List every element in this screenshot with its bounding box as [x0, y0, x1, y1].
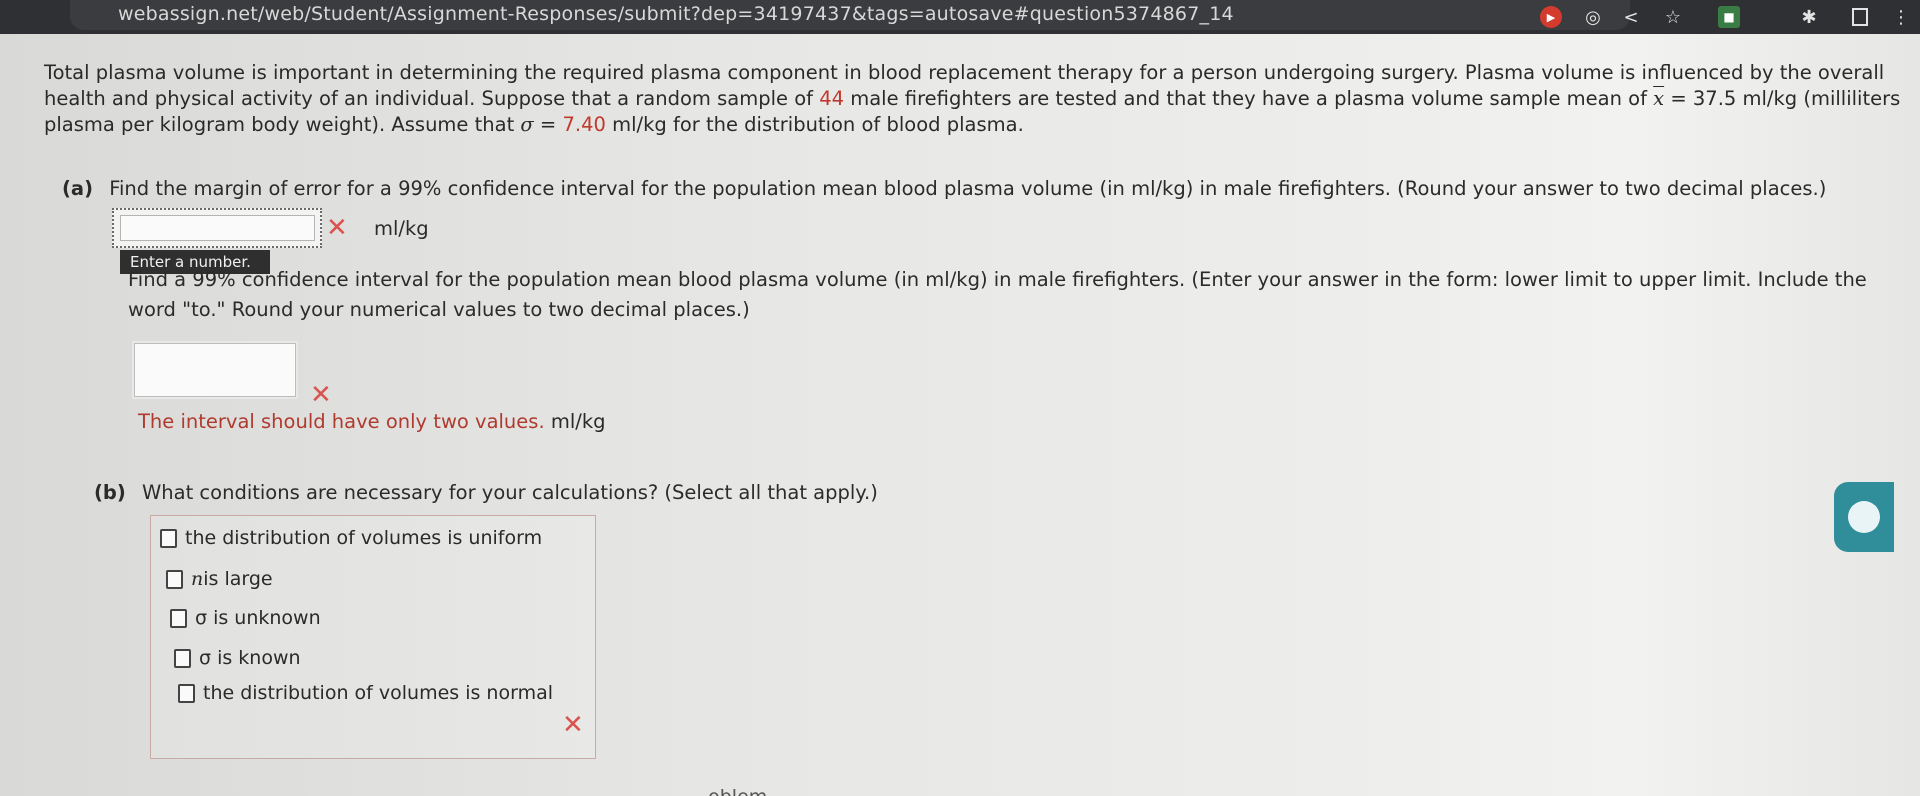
more-menu-icon[interactable]: ⋮: [1890, 6, 1912, 28]
option-normal[interactable]: the distribution of volumes is normal: [178, 682, 553, 704]
checkbox[interactable]: [178, 683, 195, 703]
incorrect-x-icon: ✕: [326, 213, 348, 243]
side-help-button[interactable]: [1834, 482, 1894, 552]
option-label: the distribution of volumes is uniform: [185, 527, 543, 549]
option-uniform[interactable]: the distribution of volumes is uniform: [160, 527, 542, 549]
checkbox[interactable]: [174, 648, 191, 668]
checkbox[interactable]: [166, 569, 183, 589]
chat-icon: [1848, 501, 1880, 533]
margin-of-error-input[interactable]: [120, 215, 315, 241]
eye-off-icon[interactable]: ◎: [1582, 6, 1604, 28]
extensions-puzzle-icon[interactable]: ✱: [1798, 6, 1820, 28]
option-label: σ is unknown: [195, 607, 321, 629]
partial-text: ...oblem: [690, 786, 767, 796]
browser-toolbar: webassign.net/web/Student/Assignment-Res…: [0, 0, 1920, 34]
part-b-text: What conditions are necessary for your c…: [142, 481, 878, 504]
margin-of-error-answer-box: [112, 208, 322, 248]
option-label: σ is known: [199, 647, 301, 669]
part-a-label: (a): [62, 177, 93, 200]
option-label: the distribution of volumes is normal: [203, 682, 554, 704]
part-a-question: (a) Find the margin of error for a 99% c…: [62, 176, 1912, 202]
part-a-text: Find the margin of error for a 99% confi…: [109, 177, 1827, 200]
xbar-symbol: x: [1653, 87, 1665, 110]
error-text: The interval should have only two values…: [138, 410, 545, 433]
url-text: webassign.net/web/Student/Assignment-Res…: [118, 3, 1234, 25]
interval-question: Find a 99% confidence interval for the p…: [128, 268, 1867, 321]
sample-size-value: 44: [819, 87, 845, 110]
error-message: The interval should have only two values…: [138, 410, 606, 433]
record-icon[interactable]: ▶: [1540, 6, 1562, 28]
share-icon[interactable]: <: [1620, 6, 1642, 28]
intro-text-4: ml/kg for the distribution of blood plas…: [605, 113, 1024, 136]
option-sigma-known[interactable]: σ is known: [174, 647, 301, 669]
sidepanel-icon[interactable]: [1852, 8, 1868, 26]
part-b-label: (b): [94, 481, 126, 504]
sigma-symbol: σ: [520, 113, 534, 136]
checkbox[interactable]: [170, 608, 187, 628]
incorrect-x-icon: ✕: [562, 710, 584, 740]
part-b-question: (b) What conditions are necessary for yo…: [94, 480, 878, 506]
bookmark-star-icon[interactable]: ☆: [1662, 6, 1684, 28]
checkbox[interactable]: [160, 528, 177, 548]
problem-statement: Total plasma volume is important in dete…: [44, 60, 1904, 138]
sigma-equals: =: [533, 113, 563, 136]
confidence-interval-input[interactable]: [134, 343, 296, 397]
sigma-value: 7.40: [562, 113, 606, 136]
incorrect-x-icon: ✕: [310, 380, 332, 410]
extension-icon[interactable]: ■: [1718, 6, 1740, 28]
conditions-checkbox-group: [150, 515, 596, 759]
intro-text-2: male firefighters are tested and that th…: [844, 87, 1654, 110]
option-sigma-unknown[interactable]: σ is unknown: [170, 607, 321, 629]
n-symbol: n: [191, 568, 204, 590]
option-label: is large: [203, 568, 273, 590]
error-unit: ml/kg: [550, 410, 606, 433]
unit-label: ml/kg: [374, 217, 429, 240]
xbar-value: = 37.5 ml/kg: [1664, 87, 1798, 110]
option-n-large[interactable]: n is large: [166, 568, 273, 590]
